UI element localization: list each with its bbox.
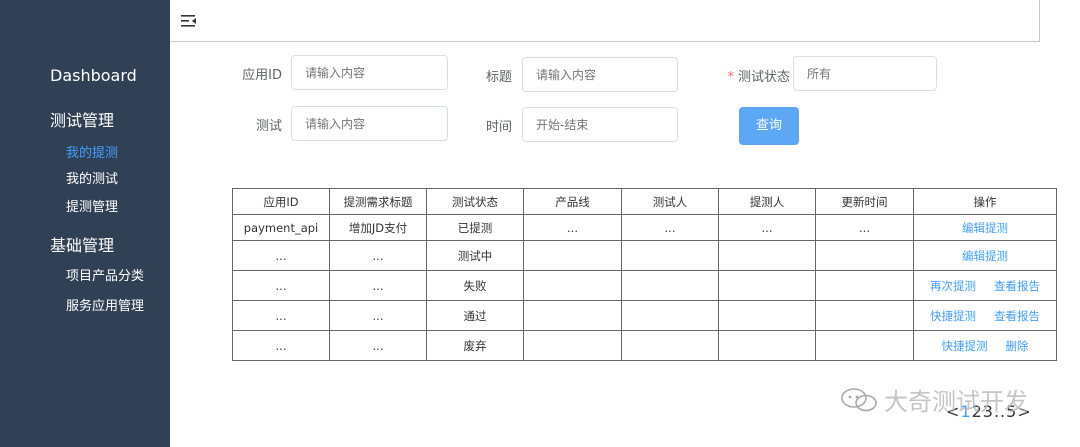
column-header: 应用ID — [232, 188, 330, 215]
sidebar-group-test-management[interactable]: 测试管理 — [50, 107, 114, 131]
wechat-icon — [841, 388, 877, 412]
table-cell: 废弃 — [426, 330, 524, 361]
submission-table: 应用ID 提测需求标题 测试状态 产品线 测试人 提测人 更新时间 操作 pay… — [232, 188, 1057, 361]
view-report-link[interactable]: 查看报告 — [994, 278, 1040, 294]
sidebar-item-dashboard[interactable]: Dashboard — [50, 66, 137, 85]
table-cell: ... — [718, 214, 816, 241]
table-cell — [815, 300, 914, 331]
sidebar: Dashboard 测试管理 我的提测 我的测试 提测管理 基础管理 项目产品分… — [0, 0, 170, 447]
table-cell — [523, 270, 622, 301]
query-button[interactable]: 查询 — [739, 107, 799, 145]
table-row: ... ... 通过 快捷提测 查看报告 — [232, 300, 1057, 331]
table-cell: ... — [523, 214, 622, 241]
edit-submission-link[interactable]: 编辑提测 — [962, 220, 1008, 236]
table-cell: 测试中 — [426, 240, 524, 271]
title-input[interactable] — [522, 57, 678, 92]
sidebar-item-my-tests[interactable]: 我的测试 — [66, 168, 118, 187]
operations-cell: 快捷提测 删除 — [913, 330, 1057, 361]
sidebar-group-basic-management[interactable]: 基础管理 — [50, 232, 114, 256]
table-cell: ... — [329, 330, 427, 361]
status-label-text: 测试状态 — [737, 70, 790, 85]
table-cell — [621, 330, 719, 361]
table-cell — [718, 330, 816, 361]
table-cell: 已提测 — [426, 214, 524, 241]
column-header: 测试人 — [621, 188, 719, 215]
quick-submit-link[interactable]: 快捷提测 — [942, 338, 988, 354]
table-header-row: 应用ID 提测需求标题 测试状态 产品线 测试人 提测人 更新时间 操作 — [232, 188, 1057, 215]
table-cell: ... — [232, 240, 330, 271]
table-cell — [621, 270, 719, 301]
operations-cell: 再次提测 查看报告 — [913, 270, 1057, 301]
test-label: 测试 — [255, 119, 282, 134]
table-row: ... ... 测试中 编辑提测 — [232, 240, 1057, 271]
column-header: 更新时间 — [815, 188, 914, 215]
table-cell: ... — [232, 300, 330, 331]
sidebar-item-service-app-management[interactable]: 服务应用管理 — [66, 295, 144, 314]
table-cell: 通过 — [426, 300, 524, 331]
sidebar-item-product-categories[interactable]: 项目产品分类 — [66, 265, 144, 284]
table-cell — [621, 240, 719, 271]
table-cell: ... — [621, 214, 719, 241]
time-label: 时间 — [485, 120, 512, 135]
sidebar-item-my-submissions[interactable]: 我的提测 — [66, 142, 118, 161]
table-cell: ... — [232, 330, 330, 361]
table-cell — [523, 240, 622, 271]
table-cell: ... — [815, 214, 914, 241]
table-cell: 失败 — [426, 270, 524, 301]
table-cell — [718, 300, 816, 331]
time-range-input[interactable] — [522, 107, 678, 142]
table-cell: payment_api — [232, 214, 330, 241]
required-mark: * — [727, 70, 734, 85]
operations-cell: 编辑提测 — [913, 240, 1057, 271]
operations-cell: 编辑提测 — [913, 214, 1057, 241]
table-cell: 增加JD支付 — [329, 214, 427, 241]
column-header: 测试状态 — [426, 188, 524, 215]
quick-submit-link[interactable]: 快捷提测 — [930, 308, 976, 324]
watermark-text: 大奇测试开发 — [884, 388, 1028, 416]
table-cell: ... — [329, 270, 427, 301]
title-label: 标题 — [485, 70, 512, 85]
status-label: * 测试状态 — [720, 66, 790, 85]
table-row: ... ... 失败 再次提测 查看报告 — [232, 270, 1057, 301]
top-navbar — [170, 0, 1040, 42]
edit-submission-link[interactable]: 编辑提测 — [962, 248, 1008, 264]
app-id-label: 应用ID — [242, 68, 282, 83]
table-cell — [523, 300, 622, 331]
sidebar-item-submission-management[interactable]: 提测管理 — [66, 196, 118, 215]
status-select[interactable] — [793, 56, 937, 91]
table-row: payment_api 增加JD支付 已提测 ... ... ... ... 编… — [232, 214, 1057, 241]
test-input[interactable] — [291, 106, 448, 141]
table-cell: ... — [329, 240, 427, 271]
operations-cell: 快捷提测 查看报告 — [913, 300, 1057, 331]
table-cell — [621, 300, 719, 331]
table-cell: ... — [232, 270, 330, 301]
column-header: 提测人 — [718, 188, 816, 215]
column-header: 产品线 — [523, 188, 622, 215]
table-cell — [815, 240, 914, 271]
table-cell — [523, 330, 622, 361]
delete-link[interactable]: 删除 — [1006, 338, 1029, 354]
resubmit-link[interactable]: 再次提测 — [930, 278, 976, 294]
menu-collapse-icon[interactable] — [181, 14, 197, 28]
view-report-link[interactable]: 查看报告 — [994, 308, 1040, 324]
column-header: 操作 — [913, 188, 1057, 215]
table-cell — [815, 270, 914, 301]
table-cell: ... — [329, 300, 427, 331]
table-cell — [815, 330, 914, 361]
app-id-input[interactable] — [291, 55, 448, 90]
table-cell — [718, 240, 816, 271]
table-row: ... ... 废弃 快捷提测 删除 — [232, 330, 1057, 361]
column-header: 提测需求标题 — [329, 188, 427, 215]
table-cell — [718, 270, 816, 301]
